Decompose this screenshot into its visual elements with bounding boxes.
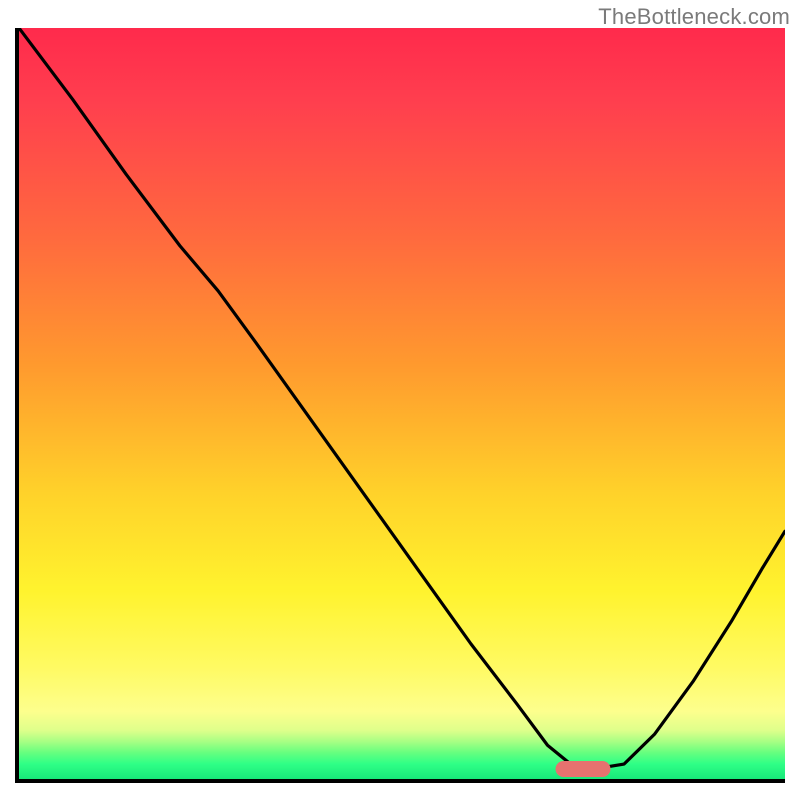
plot-area xyxy=(15,28,785,783)
optimum-marker xyxy=(556,761,611,777)
chart-container: TheBottleneck.com xyxy=(0,0,800,800)
bottleneck-curve xyxy=(19,28,785,768)
curve-svg xyxy=(19,28,785,779)
watermark-text: TheBottleneck.com xyxy=(598,4,790,30)
